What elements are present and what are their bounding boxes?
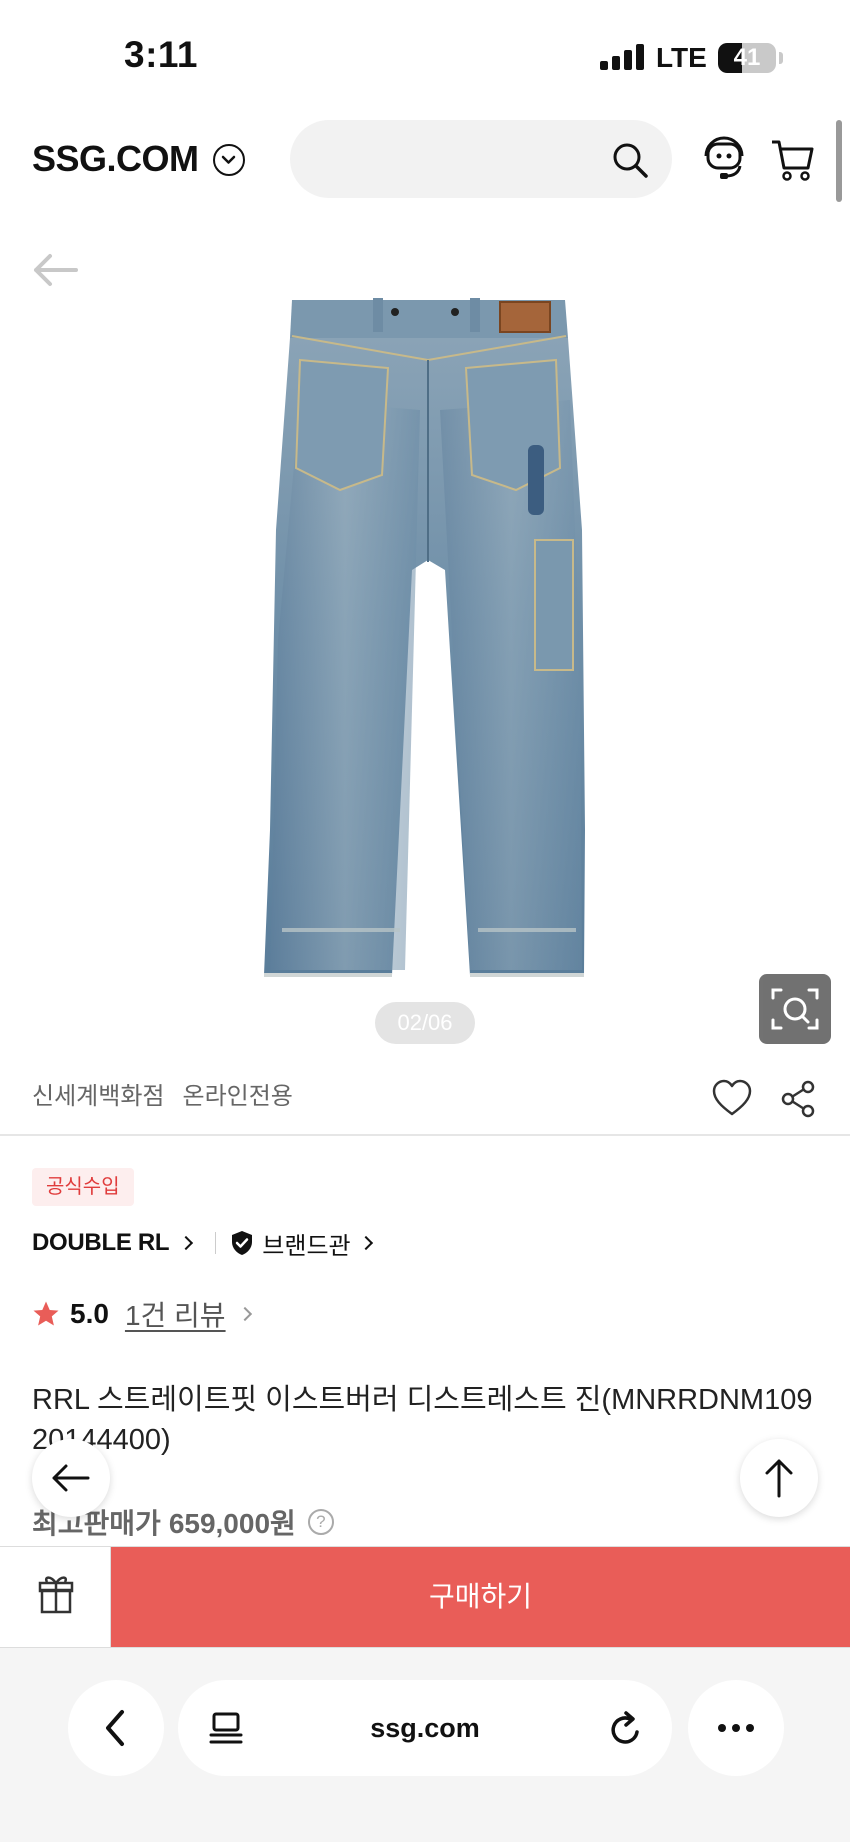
brand-row: DOUBLE RL 브랜드관 <box>32 1226 373 1261</box>
seller-info: 신세계백화점 온라인전용 <box>32 1076 311 1111</box>
chevron-right-icon <box>237 1306 252 1322</box>
store-name[interactable]: 신세계백화점 <box>32 1083 164 1110</box>
browser-back-button[interactable] <box>68 1680 164 1776</box>
price-value: 659,000원 <box>168 1508 296 1539</box>
product-image[interactable] <box>0 240 850 1000</box>
rating-value: 5.0 <box>70 1298 109 1329</box>
cart-icon[interactable] <box>770 138 816 182</box>
status-bar: 3:11 LTE 41 <box>0 0 850 110</box>
divider <box>0 1134 850 1136</box>
status-time: 3:11 <box>124 34 199 75</box>
image-page-indicator: 02/06 <box>375 1002 475 1044</box>
back-button[interactable] <box>32 1439 110 1517</box>
separator <box>215 1232 217 1254</box>
image-search-button[interactable] <box>759 974 831 1044</box>
address-bar[interactable]: ssg.com <box>178 1680 672 1776</box>
buy-button[interactable]: 구매하기 <box>111 1547 850 1647</box>
battery-cap <box>779 52 783 64</box>
scroll-to-top-button[interactable] <box>740 1439 818 1517</box>
search-icon[interactable] <box>610 140 650 180</box>
help-icon[interactable]: ? <box>307 1509 334 1535</box>
chevron-right-icon <box>179 1235 194 1251</box>
review-count-link[interactable]: 1건 리뷰 <box>125 1294 226 1334</box>
battery-icon: 41 <box>718 43 776 73</box>
brand-name-link[interactable]: DOUBLE RL <box>32 1229 170 1257</box>
more-options-button[interactable] <box>688 1680 784 1776</box>
reload-icon[interactable] <box>608 1710 644 1748</box>
share-icon[interactable] <box>780 1080 816 1118</box>
channel-label: 온라인전용 <box>182 1083 293 1110</box>
battery-level: 41 <box>733 44 761 71</box>
product-page: 3:11 LTE 41 SSG.COM 02/06 신세계백화점 온라인전용 공… <box>0 0 850 1842</box>
brand-shop-link[interactable]: 브랜드관 <box>262 1226 350 1261</box>
network-label: LTE <box>656 42 707 73</box>
product-title: RRL 스트레이트핏 이스트버러 디스트레스트 진(MNRRDNM1092014… <box>32 1384 813 1456</box>
chatbot-icon[interactable] <box>700 136 748 182</box>
star-icon <box>32 1300 60 1328</box>
gift-button[interactable] <box>0 1547 111 1647</box>
chevron-right-icon <box>358 1235 373 1251</box>
shield-check-icon <box>230 1230 254 1256</box>
url-text[interactable]: ssg.com <box>178 1680 672 1776</box>
arrow-left-icon[interactable] <box>30 250 80 290</box>
purchase-bar: 구매하기 <box>0 1546 850 1648</box>
site-logo[interactable]: SSG.COM <box>32 138 199 180</box>
rating-row: 5.0 1건 리뷰 <box>32 1294 252 1334</box>
scrollbar[interactable] <box>836 120 842 202</box>
chevron-down-icon[interactable] <box>213 144 245 176</box>
signal-icon <box>600 44 644 70</box>
official-import-badge: 공식수입 <box>32 1168 134 1206</box>
heart-icon[interactable] <box>711 1078 753 1118</box>
